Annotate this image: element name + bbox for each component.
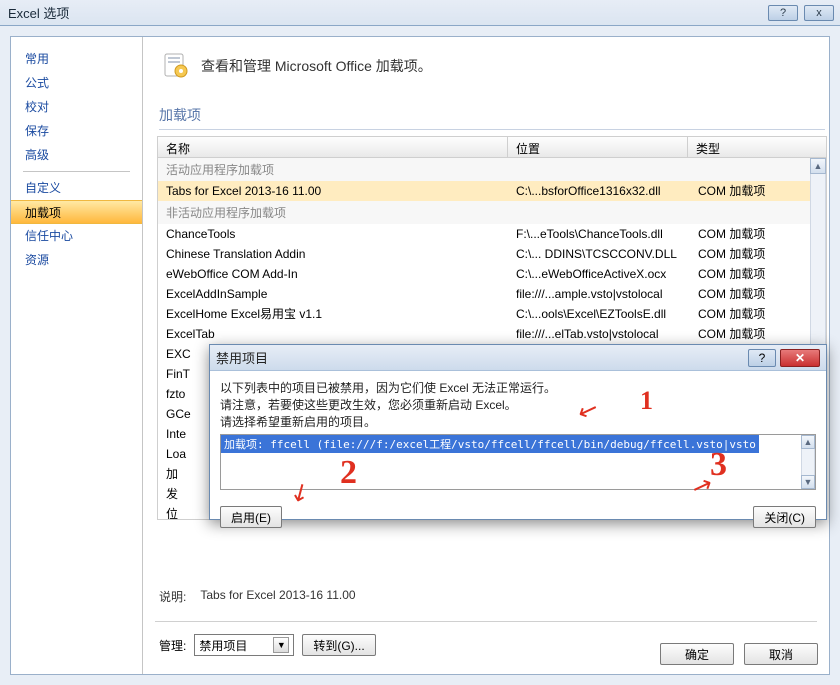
addins-icon	[161, 51, 191, 81]
addin-name: ExcelHome Excel易用宝 v1.1	[158, 304, 508, 324]
addin-location: C:\... DDINS\TCSCCONV.DLL	[508, 244, 690, 264]
addin-name: ExcelAddInSample	[158, 284, 508, 304]
addin-location: C:\...bsforOffice1316x32.dll	[508, 181, 690, 201]
addin-row[interactable]: ExcelAddInSamplefile:///...ample.vsto|vs…	[158, 284, 826, 304]
list-header: 名称 位置 类型	[157, 136, 827, 158]
dlg-scroll-up[interactable]: ▲	[801, 435, 815, 449]
dialog-line3: 请选择希望重新启用的项目。	[220, 413, 816, 430]
group-label: 活动应用程序加载项	[158, 158, 826, 181]
col-type[interactable]: 类型	[688, 137, 826, 157]
addin-location: file:///...ample.vsto|vstolocal	[508, 284, 690, 304]
addin-type: COM 加载项	[690, 244, 826, 264]
addin-type: COM 加载项	[690, 324, 826, 344]
chevron-down-icon: ▼	[273, 637, 289, 653]
dialog-help-button[interactable]: ?	[748, 349, 776, 367]
addin-row[interactable]: Tabs for Excel 2013-16 11.00C:\...bsforO…	[158, 181, 826, 201]
manage-label: 管理:	[159, 637, 186, 654]
section-title: 加载项	[159, 105, 825, 130]
addin-location: C:\...ools\Excel\EZToolsE.dll	[508, 304, 690, 324]
addin-name: eWebOffice COM Add-In	[158, 264, 508, 284]
addin-row[interactable]: ChanceToolsF:\...eTools\ChanceTools.dllC…	[158, 224, 826, 244]
addin-location: C:\...eWebOfficeActiveX.ocx	[508, 264, 690, 284]
addin-type: COM 加载项	[690, 224, 826, 244]
addin-location: file:///...elTab.vsto|vstolocal	[508, 324, 690, 344]
sidebar-item-advanced[interactable]: 高级	[11, 143, 142, 167]
dialog-close-button[interactable]: ✕	[780, 349, 820, 367]
addin-type: COM 加载项	[690, 304, 826, 324]
excel-options-titlebar: Excel 选项 ? x	[0, 0, 840, 26]
addin-type: COM 加载项	[690, 181, 826, 201]
desc-label: 说明:	[159, 588, 186, 605]
ok-button[interactable]: 确定	[660, 643, 734, 665]
manage-value: 禁用项目	[199, 637, 247, 654]
sidebar-item-customize[interactable]: 自定义	[11, 176, 142, 200]
addin-row[interactable]: eWebOffice COM Add-InC:\...eWebOfficeAct…	[158, 264, 826, 284]
disabled-item-selected[interactable]: 加载项: ffcell (file:///f:/excel工程/vsto/ffc…	[221, 435, 759, 453]
sidebar-item-resources[interactable]: 资源	[11, 248, 142, 272]
manage-dropdown[interactable]: 禁用项目 ▼	[194, 634, 294, 656]
addin-name: Tabs for Excel 2013-16 11.00	[158, 181, 508, 201]
sidebar-divider	[23, 171, 130, 172]
disabled-items-dialog: 禁用项目 ? ✕ 以下列表中的项目已被禁用，因为它们使 Excel 无法正常运行…	[209, 344, 827, 520]
sidebar-item-addins[interactable]: 加载项	[11, 200, 142, 224]
cancel-button[interactable]: 取消	[744, 643, 818, 665]
category-sidebar: 常用 公式 校对 保存 高级 自定义 加载项 信任中心 资源	[11, 37, 143, 674]
sidebar-item-trust-center[interactable]: 信任中心	[11, 224, 142, 248]
addin-location: F:\...eTools\ChanceTools.dll	[508, 224, 690, 244]
dlg-scroll-down[interactable]: ▼	[801, 475, 815, 489]
sidebar-item-save[interactable]: 保存	[11, 119, 142, 143]
dialog-line2: 请注意，若要使这些更改生效，您必须重新启动 Excel。	[220, 396, 816, 413]
addin-type: COM 加载项	[690, 284, 826, 304]
help-button[interactable]: ?	[768, 5, 798, 21]
close-button[interactable]: x	[804, 5, 834, 21]
addin-name: ExcelTab	[158, 324, 508, 344]
sidebar-item-common[interactable]: 常用	[11, 47, 142, 71]
sidebar-item-formulas[interactable]: 公式	[11, 71, 142, 95]
panel-title: 查看和管理 Microsoft Office 加载项。	[201, 56, 432, 76]
dlg-scroll-track[interactable]	[801, 449, 815, 475]
window-title: Excel 选项	[6, 3, 768, 22]
addin-row[interactable]: ExcelHome Excel易用宝 v1.1C:\...ools\Excel\…	[158, 304, 826, 324]
col-name[interactable]: 名称	[158, 137, 508, 157]
dialog-title: 禁用项目	[216, 348, 748, 367]
scroll-up[interactable]: ▲	[810, 158, 826, 174]
col-location[interactable]: 位置	[508, 137, 688, 157]
group-label: 非活动应用程序加载项	[158, 201, 826, 224]
dialog-line1: 以下列表中的项目已被禁用，因为它们使 Excel 无法正常运行。	[220, 379, 816, 396]
addin-name: ChanceTools	[158, 224, 508, 244]
dialog-close-btn[interactable]: 关闭(C)	[753, 506, 816, 528]
addin-row[interactable]: Chinese Translation AddinC:\... DDINS\TC…	[158, 244, 826, 264]
desc-value: Tabs for Excel 2013-16 11.00	[200, 588, 355, 605]
addin-type: COM 加载项	[690, 264, 826, 284]
go-button[interactable]: 转到(G)...	[302, 634, 375, 656]
enable-button[interactable]: 启用(E)	[220, 506, 282, 528]
sidebar-item-proofing[interactable]: 校对	[11, 95, 142, 119]
disabled-items-list[interactable]: 加载项: ffcell (file:///f:/excel工程/vsto/ffc…	[220, 434, 816, 490]
addin-name: Chinese Translation Addin	[158, 244, 508, 264]
addin-row[interactable]: ExcelTabfile:///...elTab.vsto|vstolocalC…	[158, 324, 826, 344]
